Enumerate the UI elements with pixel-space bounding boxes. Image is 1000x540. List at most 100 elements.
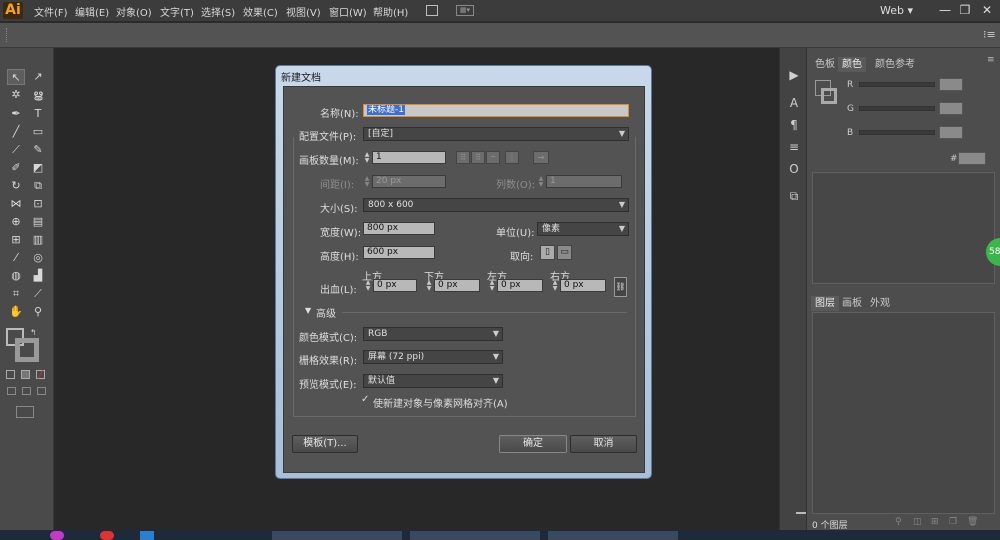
bleed-bottom-input[interactable]: 0 px <box>434 279 480 292</box>
channel-r-value[interactable] <box>939 78 963 91</box>
draw-normal-icon[interactable] <box>7 387 16 395</box>
lasso-tool-icon[interactable]: ൠ <box>29 87 47 103</box>
size-select[interactable]: 800 x 600 ▼ <box>363 198 629 212</box>
artboards-stepper[interactable]: ▲ ▼ <box>363 152 371 165</box>
gradient-tool-icon[interactable]: ▥ <box>29 232 47 248</box>
blob-brush-tool-icon[interactable]: ✐ <box>7 160 25 176</box>
grid-by-row-icon[interactable]: ⠿ <box>456 151 470 164</box>
magic-wand-tool-icon[interactable]: ✲ <box>7 87 25 103</box>
grid-by-column-icon[interactable]: ⠿ <box>471 151 485 164</box>
taskbar-app-icon[interactable] <box>50 531 64 540</box>
ok-button[interactable]: 确定 <box>499 435 567 453</box>
symbol-sprayer-tool-icon[interactable]: ◍ <box>7 268 25 284</box>
bleed-right-input[interactable]: 0 px <box>560 279 606 292</box>
channel-r-slider[interactable] <box>859 82 935 87</box>
bleed-bottom-stepper[interactable]: ▲ ▼ <box>425 280 433 293</box>
selection-tool-icon[interactable]: ↖ <box>7 69 25 85</box>
menu-edit[interactable]: 编辑(E) <box>75 4 109 19</box>
menu-help[interactable]: 帮助(H) <box>373 4 408 19</box>
control-bar-grip[interactable] <box>6 28 8 42</box>
tab-appearance[interactable]: 外观 <box>866 296 894 311</box>
menu-file[interactable]: 文件(F) <box>34 4 68 19</box>
taskbar-window-button[interactable] <box>548 531 678 540</box>
tab-color[interactable]: 颜色 <box>838 57 866 72</box>
shape-builder-tool-icon[interactable]: ⊕ <box>7 214 25 230</box>
arrange-by-row-icon[interactable]: ⠒ <box>486 151 500 164</box>
channel-b-slider[interactable] <box>859 130 935 135</box>
templates-button[interactable]: 模板(T)... <box>292 435 358 453</box>
landscape-orientation-icon[interactable]: ▭ <box>557 245 572 260</box>
hand-tool-icon[interactable]: ✋ <box>7 304 25 320</box>
color-stroke-swatch[interactable] <box>821 88 837 104</box>
expand-panels-icon[interactable]: ▶ <box>786 67 802 83</box>
tab-layers[interactable]: 图层 <box>811 296 839 311</box>
channel-g-slider[interactable] <box>859 106 935 111</box>
column-graph-tool-icon[interactable]: ▟ <box>29 268 47 284</box>
height-input[interactable]: 600 px <box>363 246 435 259</box>
zoom-tool-icon[interactable]: ⚲ <box>29 304 47 320</box>
name-input[interactable]: 未标题-1 <box>363 104 629 117</box>
menu-object[interactable]: 对象(O) <box>116 4 152 19</box>
portrait-orientation-icon[interactable]: ▯ <box>540 245 555 260</box>
blend-tool-icon[interactable]: ◎ <box>29 250 47 266</box>
bleed-right-stepper[interactable]: ▲ ▼ <box>551 280 559 293</box>
tab-color-guide[interactable]: 颜色参考 <box>871 57 919 72</box>
type-tool-icon[interactable]: T <box>29 106 47 122</box>
swap-fill-stroke-icon[interactable]: ↰ <box>30 328 37 337</box>
taskbar-window-button[interactable] <box>410 531 540 540</box>
taskbar-app-icon[interactable] <box>100 531 114 540</box>
units-select[interactable]: 像素 ▼ <box>537 222 629 236</box>
arrange-documents-icon[interactable]: ▦▾ <box>456 5 474 16</box>
slice-tool-icon[interactable]: ⟋ <box>29 286 47 302</box>
delete-layer-icon[interactable]: 🗑 <box>967 517 978 527</box>
pencil-tool-icon[interactable]: ✎ <box>29 142 47 158</box>
arrange-by-column-icon[interactable]: ⋮ <box>505 151 519 164</box>
taskbar-app-icon[interactable] <box>140 531 154 540</box>
rotate-tool-icon[interactable]: ↻ <box>7 178 25 194</box>
artboard-tool-icon[interactable]: ⌗ <box>7 286 25 302</box>
make-clipping-mask-icon[interactable]: ◫ <box>913 517 922 527</box>
bridge-icon[interactable] <box>426 5 438 16</box>
cancel-button[interactable]: 取消 <box>570 435 637 453</box>
new-layer-icon[interactable]: ❐ <box>949 517 957 527</box>
close-button[interactable]: ✕ <box>978 2 996 18</box>
free-transform-tool-icon[interactable]: ⊡ <box>29 196 47 212</box>
color-spectrum[interactable] <box>812 172 995 284</box>
screen-mode-icon[interactable] <box>16 406 34 418</box>
channel-g-value[interactable] <box>939 102 963 115</box>
restore-button[interactable]: ❐ <box>956 2 974 18</box>
panel-resize-handle[interactable] <box>796 512 806 514</box>
rectangle-tool-icon[interactable]: ▭ <box>29 124 47 140</box>
color-mode-icon[interactable] <box>6 370 15 379</box>
bleed-left-stepper[interactable]: ▲ ▼ <box>488 280 496 293</box>
width-input[interactable]: 800 px <box>363 222 435 235</box>
none-mode-icon[interactable]: ╱ <box>36 370 45 379</box>
perspective-grid-tool-icon[interactable]: ▤ <box>29 214 47 230</box>
color-panel-menu-icon[interactable]: ≡ <box>987 55 995 65</box>
color-mode-select[interactable]: RGB ▼ <box>363 327 503 341</box>
align-pixel-checkbox[interactable]: ✓ <box>361 394 369 405</box>
workspace-switcher[interactable]: Web ▾ <box>880 4 913 17</box>
draw-inside-icon[interactable] <box>37 387 46 395</box>
channel-b-value[interactable] <box>939 126 963 139</box>
eyedropper-tool-icon[interactable]: ⁄ <box>7 250 25 266</box>
line-tool-icon[interactable]: ╱ <box>7 124 25 140</box>
tab-artboards[interactable]: 画板 <box>838 296 866 311</box>
preview-mode-select[interactable]: 默认值 ▼ <box>363 374 503 388</box>
draw-behind-icon[interactable] <box>22 387 31 395</box>
spacing-stepper[interactable]: ▲ ▼ <box>363 176 371 189</box>
bleed-left-input[interactable]: 0 px <box>497 279 543 292</box>
spacing-input[interactable]: 20 px <box>372 175 446 188</box>
pen-tool-icon[interactable]: ✒ <box>7 106 25 122</box>
layout-direction-icon[interactable]: → <box>533 151 549 164</box>
menu-effect[interactable]: 效果(C) <box>243 4 278 19</box>
menu-view[interactable]: 视图(V) <box>286 4 321 19</box>
layers-list[interactable] <box>812 312 995 514</box>
menu-window[interactable]: 窗口(W) <box>329 4 367 19</box>
columns-stepper[interactable]: ▲ ▼ <box>537 176 545 189</box>
paragraph-panel-icon[interactable]: ¶ <box>786 117 802 133</box>
advanced-toggle-icon[interactable]: ▼ <box>305 306 311 315</box>
align-panel-icon[interactable]: ≡ <box>786 139 802 155</box>
artboards-input[interactable]: 1 <box>372 151 446 164</box>
bleed-top-input[interactable]: 0 px <box>373 279 417 292</box>
